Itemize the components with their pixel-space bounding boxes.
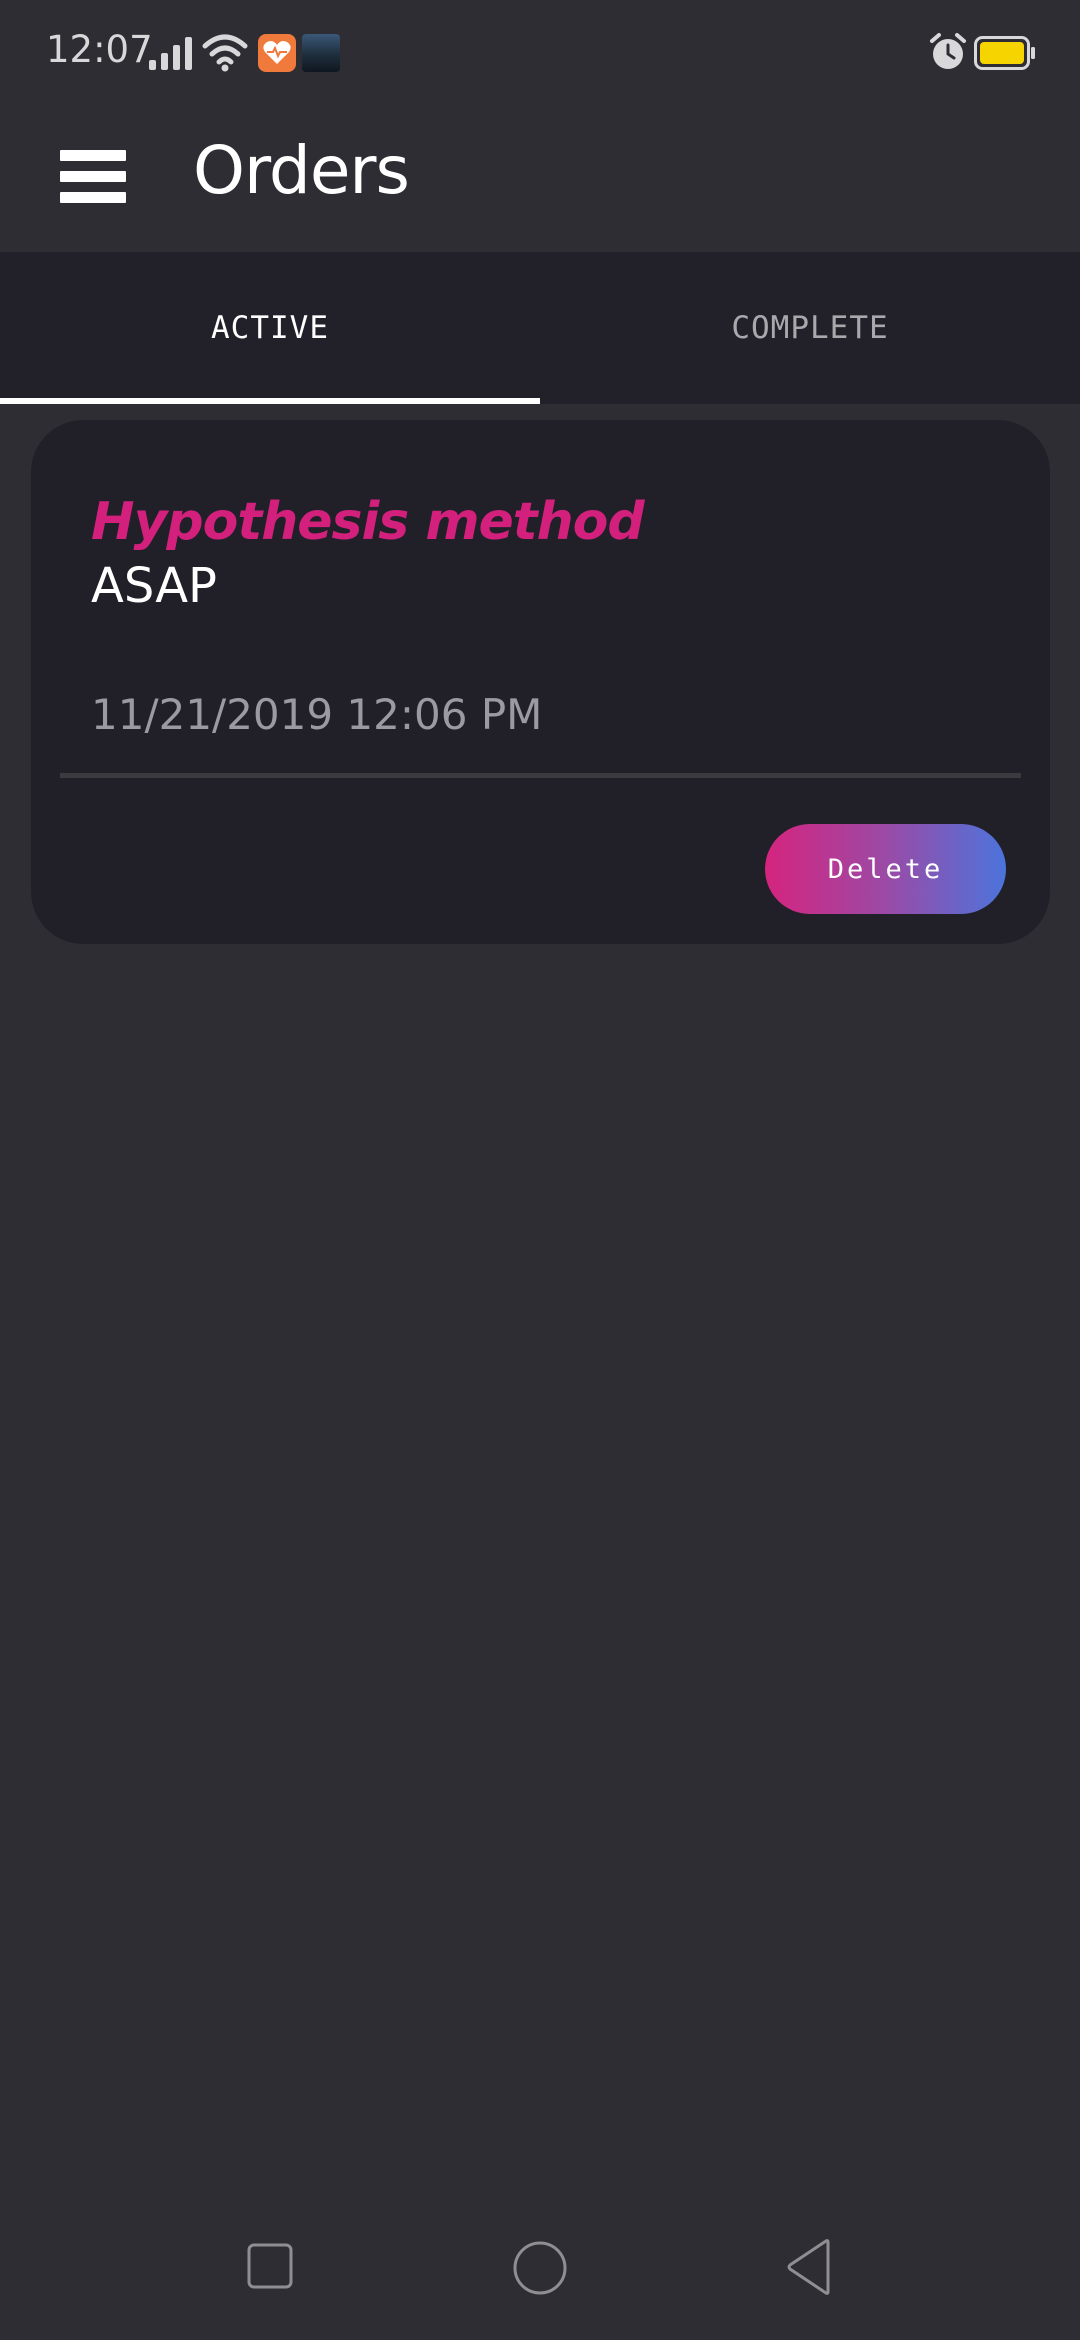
system-nav-bar — [0, 2210, 1080, 2340]
delete-button-label: Delete — [827, 853, 944, 885]
signal-icon — [149, 37, 192, 70]
order-datetime: 11/21/2019 12:06 PM — [91, 690, 543, 739]
recents-square-icon[interactable] — [246, 2242, 294, 2290]
home-circle-icon[interactable] — [512, 2240, 568, 2296]
tab-selected-indicator — [0, 398, 540, 404]
status-time: 12:07 — [46, 28, 153, 71]
card-divider — [60, 773, 1021, 778]
menu-line — [60, 192, 126, 203]
back-triangle-icon[interactable] — [784, 2238, 834, 2296]
order-timing: ASAP — [91, 558, 217, 614]
tab-label: ACTIVE — [211, 310, 329, 346]
app-bar: Orders — [0, 110, 1080, 252]
tab-active[interactable]: ACTIVE — [0, 252, 540, 404]
health-app-icon — [258, 34, 296, 72]
tab-bar: ACTIVE COMPLETE — [0, 252, 1080, 404]
order-card: Hypothesis method ASAP 11/21/2019 12:06 … — [31, 420, 1050, 944]
tab-complete[interactable]: COMPLETE — [540, 252, 1080, 404]
menu-line — [60, 171, 126, 182]
photo-app-icon — [302, 34, 340, 72]
alarm-icon — [930, 33, 966, 69]
status-bar: 12:07 — [0, 0, 1080, 110]
wifi-icon — [202, 34, 248, 72]
hamburger-menu-icon[interactable] — [50, 136, 136, 222]
tab-label: COMPLETE — [731, 310, 889, 346]
page-title: Orders — [193, 132, 410, 209]
battery-icon — [974, 36, 1035, 70]
menu-line — [60, 150, 126, 161]
delete-button[interactable]: Delete — [765, 824, 1006, 914]
order-name: Hypothesis method — [91, 492, 645, 552]
orders-screen: 12:07 Orders ACTIVE COMPLETE Hypothesis … — [0, 0, 1080, 2340]
